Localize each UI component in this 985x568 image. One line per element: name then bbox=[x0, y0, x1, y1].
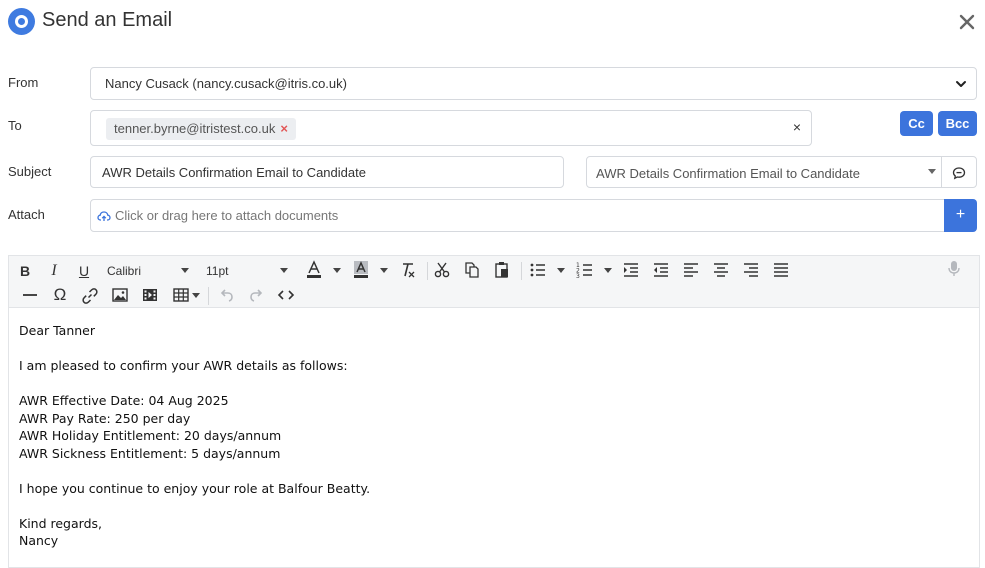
template-value: AWR Details Confirmation Email to Candid… bbox=[596, 166, 860, 181]
bullet-list-icon[interactable] bbox=[529, 260, 547, 280]
email-body-editor[interactable]: Dear Tanner I am pleased to confirm your … bbox=[8, 308, 980, 568]
from-select[interactable]: Nancy Cusack (nancy.cusack@itris.co.uk) bbox=[90, 67, 977, 100]
email-body-line: AWR Holiday Entitlement: 20 days/annum bbox=[19, 428, 282, 443]
clear-recipients-icon[interactable]: × bbox=[793, 119, 801, 135]
recipient-chip: tenner.byrne@itristest.co.uk × bbox=[106, 118, 296, 140]
close-icon[interactable] bbox=[955, 10, 979, 34]
link-icon[interactable] bbox=[81, 285, 99, 305]
email-body-line: Nancy bbox=[19, 533, 59, 548]
paste-icon[interactable] bbox=[493, 260, 511, 280]
numbered-list-icon[interactable]: 123 bbox=[576, 260, 594, 280]
recipient-email: tenner.byrne@itristest.co.uk bbox=[114, 121, 276, 136]
chevron-down-icon bbox=[956, 81, 966, 87]
bullet-list-caret-icon bbox=[557, 268, 565, 273]
outdent-icon[interactable] bbox=[652, 260, 670, 280]
dialog-title: Send an Email bbox=[42, 9, 173, 31]
text-color-icon[interactable] bbox=[305, 260, 323, 280]
svg-text:3: 3 bbox=[576, 273, 580, 280]
align-center-icon[interactable] bbox=[712, 260, 730, 280]
numbered-list-caret-icon bbox=[604, 268, 612, 273]
toolbar-divider bbox=[521, 262, 522, 280]
toolbar-divider bbox=[208, 287, 209, 305]
source-code-icon[interactable] bbox=[277, 285, 295, 305]
email-body-line: AWR Effective Date: 04 Aug 2025 bbox=[19, 393, 229, 408]
email-body-blank-line bbox=[19, 462, 969, 480]
caret-down-icon bbox=[928, 169, 936, 174]
underline-icon[interactable]: U bbox=[76, 261, 92, 281]
align-left-icon[interactable] bbox=[682, 260, 700, 280]
table-caret-icon bbox=[192, 293, 200, 298]
cloud-upload-icon bbox=[97, 211, 111, 221]
bcc-button[interactable]: Bcc bbox=[938, 111, 977, 136]
to-field[interactable]: tenner.byrne@itristest.co.uk × × bbox=[90, 110, 812, 146]
cut-icon[interactable] bbox=[433, 260, 451, 280]
email-body-line: AWR Sickness Entitlement: 5 days/annum bbox=[19, 445, 281, 461]
indent-icon[interactable] bbox=[622, 260, 640, 280]
from-label: From bbox=[8, 75, 39, 90]
copy-icon[interactable] bbox=[463, 260, 481, 280]
bold-icon[interactable]: B bbox=[17, 261, 33, 281]
font-family-caret-icon bbox=[181, 268, 189, 273]
align-justify-icon[interactable] bbox=[772, 260, 790, 280]
email-body-blank-line bbox=[19, 375, 969, 393]
table-icon[interactable] bbox=[172, 285, 190, 305]
template-chat-button[interactable] bbox=[941, 156, 977, 188]
align-right-icon[interactable] bbox=[742, 260, 760, 280]
highlight-color-icon[interactable] bbox=[352, 260, 370, 280]
cc-button[interactable]: Cc bbox=[900, 111, 933, 136]
undo-icon[interactable] bbox=[218, 285, 236, 305]
editor-toolbar: B I U Calibri 11pt 123 Ω bbox=[8, 255, 980, 308]
email-body-line: Dear Tanner bbox=[19, 323, 95, 338]
app-logo-icon bbox=[8, 8, 35, 35]
attach-dropzone[interactable]: Click or drag here to attach documents bbox=[90, 199, 946, 232]
font-family-select[interactable]: Calibri bbox=[107, 264, 141, 278]
microphone-icon[interactable] bbox=[945, 259, 963, 279]
chat-bubble-icon bbox=[952, 167, 966, 180]
from-value: Nancy Cusack (nancy.cusack@itris.co.uk) bbox=[105, 76, 347, 91]
email-body-line: AWR Pay Rate: 250 per day bbox=[19, 410, 191, 426]
video-icon[interactable] bbox=[141, 285, 159, 305]
email-body-line: Kind regards, bbox=[19, 515, 102, 531]
toolbar-divider bbox=[427, 262, 428, 280]
italic-icon[interactable]: I bbox=[46, 261, 62, 281]
clear-format-icon[interactable] bbox=[399, 260, 417, 280]
subject-label: Subject bbox=[8, 164, 52, 179]
to-label: To bbox=[8, 118, 22, 133]
email-body-blank-line bbox=[19, 497, 969, 515]
font-size-caret-icon bbox=[280, 268, 288, 273]
email-body-line: I am pleased to confirm your AWR details… bbox=[19, 358, 348, 373]
redo-icon[interactable] bbox=[247, 285, 265, 305]
special-character-icon[interactable]: Ω bbox=[51, 285, 69, 305]
subject-input[interactable]: AWR Details Confirmation Email to Candid… bbox=[90, 156, 564, 188]
font-size-select[interactable]: 11pt bbox=[206, 264, 228, 278]
remove-recipient-icon[interactable]: × bbox=[280, 121, 288, 136]
attach-placeholder: Click or drag here to attach documents bbox=[115, 208, 339, 223]
horizontal-line-icon[interactable] bbox=[21, 285, 39, 305]
email-body-line: I hope you continue to enjoy your role a… bbox=[19, 480, 371, 496]
add-attachment-button[interactable]: + bbox=[944, 199, 977, 232]
text-color-caret-icon bbox=[333, 268, 341, 273]
email-body-blank-line bbox=[19, 340, 969, 358]
highlight-caret-icon bbox=[380, 268, 388, 273]
image-icon[interactable] bbox=[111, 285, 129, 305]
attach-label: Attach bbox=[8, 207, 45, 222]
template-select[interactable]: AWR Details Confirmation Email to Candid… bbox=[586, 156, 942, 188]
